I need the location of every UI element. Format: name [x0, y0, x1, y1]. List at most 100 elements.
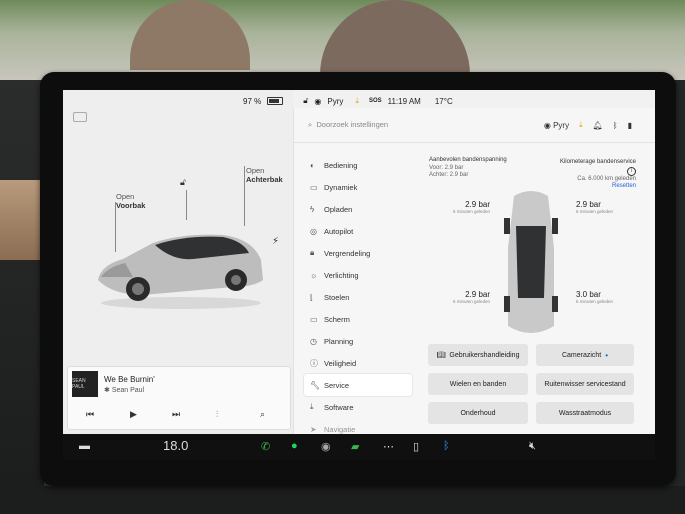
- trunk-action: Open: [246, 166, 265, 175]
- menu-item-stoelen[interactable]: ⌊ Stoelen: [304, 286, 412, 308]
- settings-menu: ◐ Bediening ▭ Dynamiek ϟ Opladen ◎ Autopilot…: [304, 154, 412, 434]
- profile-header[interactable]: ◉ Pyry: [544, 121, 569, 130]
- tire-front-right: 2.9 bar 6 minuten geleden: [576, 200, 614, 214]
- tire-service-sub: Ca. 6.000 km geleden: [577, 175, 636, 182]
- previous-track-icon[interactable]: ⏮︎: [86, 409, 94, 420]
- frunk-label: Voorbak: [116, 201, 146, 210]
- camera-view-button[interactable]: Camerazicht •: [536, 344, 634, 366]
- menu-item-software[interactable]: ⤓ Software: [304, 396, 412, 418]
- screen-icon: ▭: [310, 314, 318, 324]
- book-icon: 📖︎: [436, 352, 446, 359]
- tire-rear-left: 2.9 bar 6 minuten geleden: [452, 290, 490, 304]
- wrench-icon: 🔧︎: [310, 380, 321, 390]
- menu-item-vergrendeling[interactable]: 🔒︎ Vergrendeling: [304, 242, 412, 264]
- phone-icon[interactable]: ✆: [261, 440, 270, 453]
- bolt-icon: ϟ: [310, 204, 315, 214]
- climate-temperature[interactable]: 18.0: [163, 438, 188, 453]
- tire-front-left: 2.9 bar 6 minuten geleden: [452, 200, 490, 214]
- status-dot-icon: •: [605, 350, 609, 360]
- menu-item-planning[interactable]: ◷ Planning: [304, 330, 412, 352]
- navigation-icon: ➤: [310, 424, 317, 434]
- toggle-icon: ◐: [310, 160, 315, 170]
- car-wash-mode-button[interactable]: Wasstraatmodus: [536, 402, 634, 424]
- menu-item-veiligheid[interactable]: ⓘ Veiligheid: [304, 352, 412, 374]
- battery-percent: 97 %: [243, 96, 262, 106]
- lock-icon: 🔒︎: [310, 248, 315, 257]
- wheels-tires-button[interactable]: Wielen en banden: [428, 373, 528, 395]
- tire-rear-right: 3.0 bar 6 minuten geleden: [576, 290, 614, 304]
- car-controls-icon[interactable]: ▬: [79, 440, 90, 452]
- car-model-image[interactable]: [93, 225, 268, 310]
- tire-service: Kilometerage bandenservice i Ca. 6.000 k…: [554, 159, 636, 191]
- photo-wood-trim: [0, 180, 44, 260]
- media-player[interactable]: SEAN PAUL We Be Burnin' ✱ Sean Paul ⏮︎ ▶…: [67, 366, 291, 430]
- search-icon: ⌕: [308, 120, 313, 129]
- car-top-view: [504, 191, 558, 333]
- trunk-callout[interactable]: Open Achterbak: [246, 166, 283, 184]
- photo-console: [0, 486, 685, 514]
- menu-item-dynamiek[interactable]: ▭ Dynamiek: [304, 176, 412, 198]
- unlock-icon[interactable]: 🔓︎: [180, 177, 186, 188]
- manual-app-icon[interactable]: ▯: [413, 440, 419, 453]
- seat-icon: ⌊: [310, 292, 314, 302]
- play-icon[interactable]: ▶︎: [130, 409, 137, 420]
- sos-icon[interactable]: SOS: [369, 98, 382, 104]
- battery-icon: [267, 97, 284, 105]
- display-icon[interactable]: [73, 112, 87, 122]
- recommended-rear: Achter: 2.9 bar: [429, 172, 469, 178]
- touchscreen: Open Voorbak Open Achterbak 🔓︎ ⚡︎ SEAN P…: [63, 90, 655, 434]
- profile-icon[interactable]: ◉: [314, 97, 321, 106]
- menu-item-bediening[interactable]: ◐ Bediening: [304, 154, 412, 176]
- tire-service-title: Kilometerage bandenservice: [559, 159, 636, 165]
- download-icon[interactable]: ⤓: [355, 96, 359, 106]
- frunk-action: Open: [116, 192, 135, 201]
- search-media-icon[interactable]: ⌕: [260, 409, 265, 420]
- taskbar: ▬ 18.0 ✆ ● ◉ ▰ ⋯ ▯ ᛒ 🔇︎: [63, 434, 655, 460]
- next-track-icon[interactable]: ⏭︎: [172, 409, 180, 420]
- wiper-service-button[interactable]: Ruitenwisser servicestand: [536, 373, 634, 395]
- maintenance-button[interactable]: Onderhoud: [428, 402, 528, 424]
- menu-item-navigatie[interactable]: ➤ Navigatie: [304, 418, 412, 434]
- download-icon: ⤓: [310, 402, 314, 411]
- trunk-callout-line: [244, 166, 245, 226]
- menu-item-opladen[interactable]: ϟ Opladen: [304, 198, 412, 220]
- outside-temperature: 17°C: [434, 96, 453, 106]
- lock-line: [186, 190, 187, 220]
- steering-wheel-icon: ◎: [310, 226, 317, 236]
- lock-status-icon[interactable]: 🔓︎: [303, 96, 308, 106]
- menu-item-service[interactable]: 🔧︎ Service: [304, 374, 412, 396]
- frunk-callout[interactable]: Open Voorbak: [116, 192, 145, 210]
- reset-link[interactable]: Resetten: [554, 183, 636, 191]
- download-header-icon[interactable]: ⤓: [579, 120, 583, 130]
- spotify-icon[interactable]: ●: [291, 440, 298, 452]
- settings-panel: ⌕ Doorzoek instellingen ◉ Pyry ⤓ 🔔︎ ᛒ ▮ …: [293, 108, 655, 434]
- bell-icon[interactable]: 🔔︎: [593, 121, 603, 130]
- status-bar: 97 % 🔓︎ ◉ Pyry ⤓ SOS 11:19 AM 17°C: [243, 94, 453, 108]
- car-panel: Open Voorbak Open Achterbak 🔓︎ ⚡︎ SEAN P…: [63, 90, 293, 434]
- sun-icon: ☼: [310, 270, 318, 280]
- car-icon: ▭: [310, 182, 318, 192]
- equalizer-icon[interactable]: ⫶: [216, 409, 218, 420]
- energy-app-icon[interactable]: ▰: [351, 440, 359, 453]
- alarm-icon: ◷: [310, 336, 317, 346]
- header-divider: [294, 142, 655, 143]
- info-icon[interactable]: i: [627, 166, 636, 176]
- charge-port-icon[interactable]: ⚡︎: [272, 236, 279, 247]
- song-title: We Be Burnin': [104, 375, 155, 384]
- artist-name: ✱ Sean Paul: [104, 387, 145, 394]
- bluetooth-app-icon[interactable]: ᛒ: [443, 440, 450, 452]
- clock: 11:19 AM: [387, 96, 421, 106]
- bluetooth-icon[interactable]: ᛒ: [613, 121, 618, 130]
- profile-name[interactable]: Pyry: [327, 97, 343, 106]
- camera-app-icon[interactable]: ◉: [321, 440, 331, 453]
- recommended-title: Aanbevolen bandenspanning: [429, 157, 507, 163]
- menu-item-scherm[interactable]: ▭ Scherm: [304, 308, 412, 330]
- menu-item-autopilot[interactable]: ◎ Autopilot: [304, 220, 412, 242]
- photo-dashboard-left: [0, 80, 44, 514]
- more-apps-icon[interactable]: ⋯: [383, 440, 394, 453]
- owners-manual-button[interactable]: 📖︎ Gebruikershandleiding: [428, 344, 528, 366]
- search-input[interactable]: Doorzoek instellingen: [316, 120, 388, 129]
- settings-search[interactable]: ⌕ Doorzoek instellingen: [308, 120, 388, 130]
- mute-icon[interactable]: 🔇︎: [529, 440, 536, 453]
- menu-item-verlichting[interactable]: ☼ Verlichting: [304, 264, 412, 286]
